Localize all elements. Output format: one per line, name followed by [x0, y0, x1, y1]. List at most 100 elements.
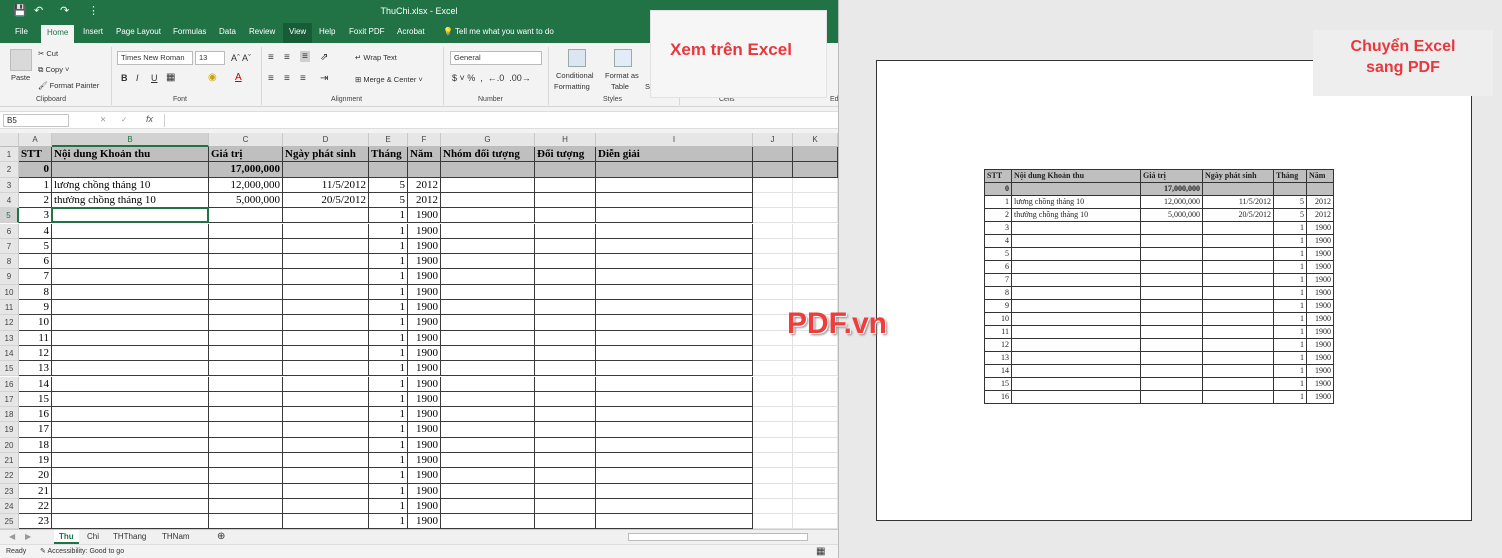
table-cell[interactable]: 1 [369, 315, 408, 331]
table-cell[interactable]: 1900 [408, 238, 441, 255]
fill-color-icon[interactable]: ◉ [208, 72, 217, 83]
table-cell[interactable]: 5,000,000 [209, 192, 283, 209]
table-cell[interactable]: 1 [369, 330, 408, 346]
table-cell[interactable] [441, 330, 535, 346]
table-cell[interactable] [441, 162, 535, 178]
row-header[interactable]: 1 [0, 147, 19, 163]
table-cell[interactable] [753, 514, 793, 529]
table-cell[interactable]: 1 [369, 453, 408, 469]
table-cell[interactable] [52, 162, 209, 178]
table-cell[interactable] [793, 254, 838, 270]
table-cell[interactable] [441, 315, 535, 331]
column-header[interactable]: C [209, 133, 283, 147]
table-header-cell[interactable]: Nội dung Khoản thu [52, 147, 209, 163]
table-cell[interactable] [535, 238, 596, 255]
table-cell[interactable] [283, 361, 369, 377]
row-header[interactable]: 19 [0, 422, 19, 438]
table-cell[interactable] [52, 345, 209, 362]
table-cell[interactable]: 1 [369, 437, 408, 453]
table-cell[interactable] [209, 254, 283, 270]
table-cell[interactable] [441, 437, 535, 453]
row-header[interactable]: 9 [0, 269, 19, 285]
table-cell[interactable] [596, 238, 753, 255]
table-cell[interactable]: 1900 [408, 345, 441, 362]
table-cell[interactable] [753, 437, 793, 453]
row-header[interactable]: 15 [0, 361, 19, 377]
format-as-table-icon[interactable] [614, 49, 632, 67]
table-cell[interactable] [52, 208, 209, 224]
table-cell[interactable] [793, 391, 838, 408]
table-cell[interactable]: 11 [19, 330, 52, 346]
indent-icon[interactable]: ⇥ [320, 73, 328, 84]
copy-button[interactable]: ⧉ Copy ˅ [38, 65, 69, 75]
column-header[interactable]: A [19, 133, 52, 147]
table-cell[interactable] [793, 468, 838, 484]
tab-formulas[interactable]: Formulas [173, 27, 206, 36]
table-cell[interactable] [52, 315, 209, 331]
table-cell[interactable] [209, 300, 283, 316]
underline-button[interactable]: U [151, 73, 158, 83]
table-cell[interactable] [753, 284, 793, 300]
table-cell[interactable]: 1900 [408, 361, 441, 377]
table-cell[interactable]: 1 [369, 514, 408, 529]
wrap-text-button[interactable]: ↵ Wrap Text [355, 53, 397, 62]
table-cell[interactable] [793, 407, 838, 423]
table-cell[interactable] [793, 208, 838, 224]
prev-sheet-icon[interactable]: ◀ [4, 530, 20, 544]
tab-data[interactable]: Data [219, 27, 236, 36]
table-cell[interactable] [283, 468, 369, 484]
table-cell[interactable] [535, 468, 596, 484]
table-cell[interactable] [753, 177, 793, 193]
row-header[interactable]: 11 [0, 300, 19, 316]
table-cell[interactable] [535, 330, 596, 346]
table-cell[interactable] [52, 483, 209, 499]
table-cell[interactable]: 17 [19, 422, 52, 438]
table-cell[interactable] [596, 391, 753, 408]
table-cell[interactable] [52, 269, 209, 285]
row-header[interactable]: 14 [0, 345, 19, 362]
table-cell[interactable] [793, 147, 838, 163]
row-header[interactable]: 23 [0, 483, 19, 499]
column-header[interactable]: G [441, 133, 535, 147]
table-cell[interactable] [753, 238, 793, 255]
table-cell[interactable] [535, 376, 596, 392]
formula-input[interactable] [164, 114, 836, 127]
row-header[interactable]: 17 [0, 391, 19, 408]
table-cell[interactable] [209, 284, 283, 300]
table-cell[interactable] [596, 330, 753, 346]
table-cell[interactable] [535, 407, 596, 423]
table-cell[interactable] [52, 407, 209, 423]
row-header[interactable]: 20 [0, 437, 19, 453]
table-cell[interactable] [283, 514, 369, 529]
accounting-format-icon[interactable]: $ ˅ % , ←.0 .00→ [452, 73, 531, 83]
table-cell[interactable]: 4 [19, 223, 52, 239]
row-header[interactable]: 10 [0, 284, 19, 300]
align-left-icon[interactable]: ≡ [268, 73, 274, 84]
tab-insert[interactable]: Insert [83, 27, 103, 36]
table-cell[interactable]: 1900 [408, 284, 441, 300]
table-cell[interactable] [535, 315, 596, 331]
table-cell[interactable]: thưởng chồng tháng 10 [52, 192, 209, 209]
table-cell[interactable]: 20/5/2012 [283, 192, 369, 209]
table-cell[interactable] [793, 223, 838, 239]
column-header[interactable]: B [52, 133, 209, 147]
table-cell[interactable] [408, 162, 441, 178]
table-cell[interactable]: 1 [369, 284, 408, 300]
table-cell[interactable] [52, 361, 209, 377]
row-header[interactable]: 8 [0, 254, 19, 270]
table-cell[interactable] [596, 162, 753, 178]
table-cell[interactable]: 6 [19, 254, 52, 270]
merge-center-button[interactable]: ⊞ Merge & Center ˅ [355, 75, 423, 84]
row-header[interactable]: 16 [0, 376, 19, 392]
tab-foxit-pdf[interactable]: Foxit PDF [349, 27, 385, 36]
table-cell[interactable] [793, 345, 838, 362]
table-cell[interactable] [535, 208, 596, 224]
table-cell[interactable]: 8 [19, 284, 52, 300]
table-cell[interactable] [283, 208, 369, 224]
cut-button[interactable]: ✂ Cut [38, 49, 58, 58]
increase-font-icon[interactable]: Aˆ Aˇ [231, 53, 251, 63]
table-cell[interactable]: 1900 [408, 514, 441, 529]
table-cell[interactable] [283, 422, 369, 438]
table-cell[interactable]: 1 [369, 407, 408, 423]
table-cell[interactable] [753, 498, 793, 515]
